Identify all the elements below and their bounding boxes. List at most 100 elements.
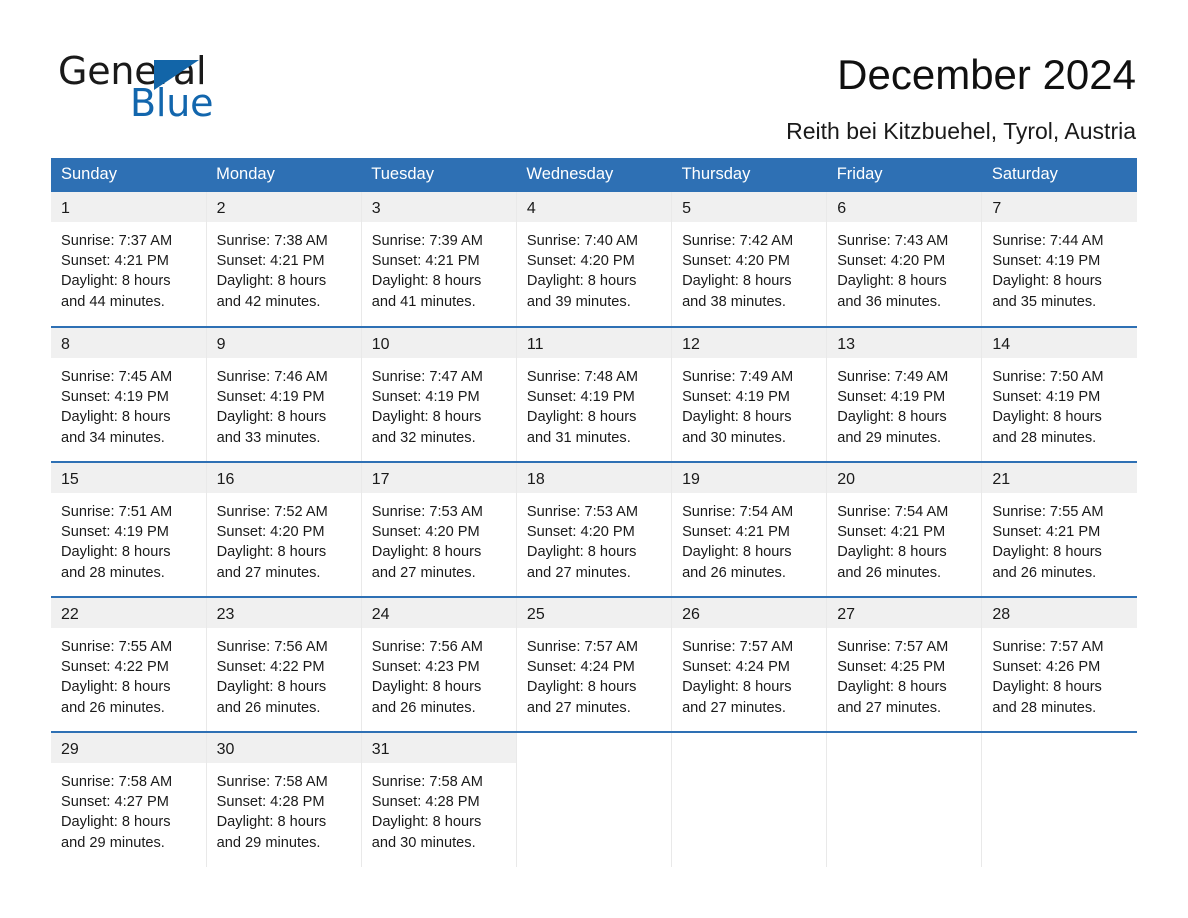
- daylight-duration: and 28 minutes.: [992, 429, 1097, 446]
- calendar-day-cell[interactable]: 6 Sunrise: 7:43 AM Sunset: 4:20 PM Daylight…: [826, 192, 983, 327]
- calendar-day-cell[interactable]: 12 Sunrise: 7:49 AM Sunset: 4:19 PM Dayligh…: [671, 326, 828, 462]
- day-details: Sunrise: 7:37 AM Sunset: 4:21 PM Daylight:…: [51, 222, 206, 312]
- calendar-day-cell[interactable]: 29 Sunrise: 7:58 AM Sunset: 4:27 PM Dayligh…: [51, 731, 207, 867]
- sunrise-time: Sunrise: 7:48 AM: [526, 369, 639, 385]
- daylight-duration: and 33 minutes.: [216, 429, 321, 446]
- daylight-duration: Daylight: 8 hours: [682, 679, 792, 696]
- day-number: 17: [361, 463, 516, 493]
- sunrise-time: Sunrise: 7:54 AM: [837, 504, 949, 520]
- calendar-day-cell[interactable]: 15 Sunrise: 7:51 AM Sunset: 4:19 PM Dayligh…: [51, 461, 207, 597]
- day-number: 6: [827, 192, 982, 222]
- daylight-duration: and 28 minutes.: [992, 699, 1097, 716]
- daylight-duration: and 30 minutes.: [371, 834, 476, 851]
- day-details: Sunrise: 7:55 AM Sunset: 4:21 PM Daylight:…: [982, 493, 1137, 583]
- day-number: 21: [982, 463, 1137, 493]
- sunset-time: Sunset: 4:21 PM: [61, 253, 169, 270]
- calendar-week-row: 22 Sunrise: 7:55 AM Sunset: 4:22 PM Dayligh…: [51, 596, 1137, 732]
- calendar-day-cell[interactable]: 17 Sunrise: 7:53 AM Sunset: 4:20 PM Dayligh…: [361, 461, 517, 597]
- daylight-duration: Daylight: 8 hours: [682, 544, 792, 561]
- daylight-duration: Daylight: 8 hours: [61, 679, 171, 696]
- daylight-duration: and 26 minutes.: [837, 564, 942, 581]
- calendar-day-cell[interactable]: 5 Sunrise: 7:42 AM Sunset: 4:20 PM Daylight…: [671, 192, 828, 327]
- daylight-duration: and 38 minutes.: [682, 293, 786, 310]
- sunrise-time: Sunrise: 7:49 AM: [837, 369, 949, 385]
- calendar-day-cell[interactable]: 21 Sunrise: 7:55 AM Sunset: 4:21 PM Dayligh…: [981, 461, 1137, 597]
- sunrise-time: Sunrise: 7:39 AM: [371, 233, 483, 249]
- calendar-day-cell[interactable]: 7 Sunrise: 7:44 AM Sunset: 4:19 PM Daylight…: [981, 192, 1137, 327]
- calendar-day-cell[interactable]: 28 Sunrise: 7:57 AM Sunset: 4:26 PM Dayligh…: [981, 596, 1137, 732]
- calendar-day-cell[interactable]: 1 Sunrise: 7:37 AM Sunset: 4:21 PM Daylight…: [51, 192, 207, 327]
- daylight-duration: Daylight: 8 hours: [61, 544, 171, 561]
- sunset-time: Sunset: 4:20 PM: [216, 524, 325, 541]
- sunrise-time: Sunrise: 7:58 AM: [216, 774, 328, 790]
- day-number: 8: [51, 328, 206, 358]
- sunrise-time: Sunrise: 7:54 AM: [682, 504, 794, 520]
- calendar-day-cell[interactable]: 4 Sunrise: 7:40 AM Sunset: 4:20 PM Daylight…: [516, 192, 673, 327]
- daylight-duration: and 42 minutes.: [216, 293, 321, 310]
- logo-text-blue: Blue: [130, 81, 214, 125]
- calendar-day-cell[interactable]: 24 Sunrise: 7:56 AM Sunset: 4:23 PM Dayligh…: [361, 596, 517, 732]
- day-details: Sunrise: 7:57 AM Sunset: 4:24 PM Daylight:…: [517, 628, 671, 718]
- calendar-day-cell[interactable]: 11 Sunrise: 7:48 AM Sunset: 4:19 PM Dayligh…: [516, 326, 673, 462]
- sunset-time: Sunset: 4:19 PM: [526, 389, 635, 406]
- sunrise-time: Sunrise: 7:45 AM: [61, 369, 173, 385]
- calendar-page: General Blue December 2024 Reith bei Kit…: [0, 0, 1188, 918]
- calendar-day-cell[interactable]: 26 Sunrise: 7:57 AM Sunset: 4:24 PM Dayligh…: [671, 596, 828, 732]
- daylight-duration: Daylight: 8 hours: [992, 544, 1102, 561]
- daylight-duration: and 27 minutes.: [216, 564, 321, 581]
- daylight-duration: Daylight: 8 hours: [526, 679, 637, 696]
- sunrise-time: Sunrise: 7:38 AM: [216, 233, 328, 249]
- calendar-day-cell[interactable]: 19 Sunrise: 7:54 AM Sunset: 4:21 PM Dayligh…: [671, 461, 828, 597]
- calendar-day-cell[interactable]: 18 Sunrise: 7:53 AM Sunset: 4:20 PM Dayligh…: [516, 461, 673, 597]
- daylight-duration: Daylight: 8 hours: [526, 273, 637, 290]
- day-number: 22: [51, 598, 206, 628]
- calendar-day-cell[interactable]: 10 Sunrise: 7:47 AM Sunset: 4:19 PM Dayligh…: [361, 326, 517, 462]
- calendar-day-cell[interactable]: 14 Sunrise: 7:50 AM Sunset: 4:19 PM Dayligh…: [981, 326, 1137, 462]
- sunrise-time: Sunrise: 7:43 AM: [837, 233, 949, 249]
- sunrise-time: Sunrise: 7:42 AM: [682, 233, 794, 249]
- daylight-duration: Daylight: 8 hours: [216, 679, 327, 696]
- day-number: [517, 733, 671, 763]
- sunset-time: Sunset: 4:28 PM: [216, 794, 325, 811]
- sunrise-time: Sunrise: 7:53 AM: [371, 504, 483, 520]
- daylight-duration: Daylight: 8 hours: [216, 409, 327, 426]
- calendar-day-cell[interactable]: 30 Sunrise: 7:58 AM Sunset: 4:28 PM Dayligh…: [206, 731, 362, 867]
- day-details: Sunrise: 7:50 AM Sunset: 4:19 PM Daylight:…: [982, 358, 1137, 448]
- day-number: 29: [51, 733, 206, 763]
- calendar-day-cell[interactable]: 3 Sunrise: 7:39 AM Sunset: 4:21 PM Daylight…: [361, 192, 517, 327]
- daylight-duration: and 28 minutes.: [61, 564, 165, 581]
- day-details: Sunrise: 7:57 AM Sunset: 4:25 PM Daylight:…: [827, 628, 981, 718]
- day-details: Sunrise: 7:57 AM Sunset: 4:24 PM Daylight:…: [672, 628, 826, 718]
- sunset-time: Sunset: 4:24 PM: [682, 659, 790, 676]
- calendar-day-cell[interactable]: 22 Sunrise: 7:55 AM Sunset: 4:22 PM Dayligh…: [51, 596, 207, 732]
- calendar-day-cell[interactable]: 20 Sunrise: 7:54 AM Sunset: 4:21 PM Dayligh…: [826, 461, 983, 597]
- calendar-day-cell[interactable]: 27 Sunrise: 7:57 AM Sunset: 4:25 PM Dayligh…: [826, 596, 983, 732]
- daylight-duration: and 41 minutes.: [371, 293, 476, 310]
- calendar-day-cell[interactable]: 31 Sunrise: 7:58 AM Sunset: 4:28 PM Dayligh…: [361, 731, 517, 867]
- calendar-day-cell[interactable]: 23 Sunrise: 7:56 AM Sunset: 4:22 PM Dayligh…: [206, 596, 362, 732]
- generalblue-logo[interactable]: General Blue: [58, 52, 318, 128]
- calendar-day-cell[interactable]: 8 Sunrise: 7:45 AM Sunset: 4:19 PM Daylight…: [51, 326, 207, 462]
- calendar-day-cell[interactable]: 2 Sunrise: 7:38 AM Sunset: 4:21 PM Daylight…: [206, 192, 362, 327]
- sunrise-time: Sunrise: 7:57 AM: [682, 639, 794, 655]
- day-number: 31: [361, 733, 516, 763]
- day-details: Sunrise: 7:42 AM Sunset: 4:20 PM Daylight:…: [672, 222, 826, 312]
- day-details: Sunrise: 7:47 AM Sunset: 4:19 PM Daylight:…: [362, 358, 516, 448]
- calendar-day-cell[interactable]: 16 Sunrise: 7:52 AM Sunset: 4:20 PM Dayligh…: [206, 461, 362, 597]
- calendar-week-row: 1 Sunrise: 7:37 AM Sunset: 4:21 PM Daylight…: [51, 192, 1137, 327]
- calendar-day-cell[interactable]: 13 Sunrise: 7:49 AM Sunset: 4:19 PM Dayligh…: [826, 326, 983, 462]
- daylight-duration: Daylight: 8 hours: [216, 814, 327, 831]
- weekday-header-tuesday: Tuesday: [361, 158, 517, 192]
- calendar-day-cell[interactable]: 25 Sunrise: 7:57 AM Sunset: 4:24 PM Dayligh…: [516, 596, 673, 732]
- day-number: 1: [51, 192, 206, 222]
- day-details: Sunrise: 7:54 AM Sunset: 4:21 PM Daylight:…: [672, 493, 826, 583]
- day-details: Sunrise: 7:53 AM Sunset: 4:20 PM Daylight:…: [362, 493, 516, 583]
- sunset-time: Sunset: 4:19 PM: [837, 389, 946, 406]
- sunset-time: Sunset: 4:21 PM: [216, 253, 325, 270]
- sunset-time: Sunset: 4:25 PM: [837, 659, 946, 676]
- daylight-duration: Daylight: 8 hours: [682, 409, 792, 426]
- day-details: Sunrise: 7:52 AM Sunset: 4:20 PM Daylight:…: [207, 493, 361, 583]
- weekday-header-thursday: Thursday: [671, 158, 827, 192]
- calendar-day-cell[interactable]: 9 Sunrise: 7:46 AM Sunset: 4:19 PM Daylight…: [206, 326, 362, 462]
- sunrise-time: Sunrise: 7:37 AM: [61, 233, 173, 249]
